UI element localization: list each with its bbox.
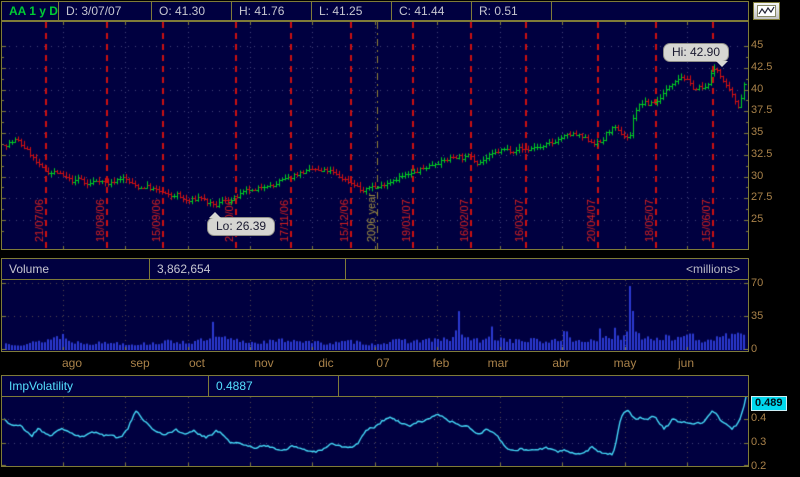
price-chart-canvas[interactable]	[2, 22, 748, 249]
time-axis-months: ago sep oct nov dic 07 feb mar abr may jun	[1, 353, 749, 373]
volume-units-label: <millions>	[685, 262, 740, 276]
low-tooltip-text: Lo: 26.39	[216, 219, 267, 233]
month-label: mar	[487, 356, 509, 370]
volume-label: Volume	[2, 259, 150, 279]
price-tick-label: 35	[751, 126, 764, 138]
iv-tick-label: 0.4	[751, 412, 767, 424]
price-tick-label: 42.5	[751, 60, 773, 73]
month-label: 07	[376, 356, 390, 370]
quote-field-r: R: 0.51	[472, 2, 552, 20]
iv-tick-label: 0.3	[751, 436, 767, 448]
month-label: feb	[432, 356, 450, 370]
volume-value: 3,862,654	[150, 259, 346, 279]
tooltip-pointer	[209, 206, 221, 218]
quote-fields: D: 3/07/07 O: 41.30 H: 41.76 L: 41.25 C: 41.…	[59, 2, 552, 20]
month-label: jun	[677, 356, 694, 370]
volume-tick-label: 35	[751, 310, 764, 322]
price-tick-label: 45	[751, 39, 764, 51]
impvolatility-chart-panel	[1, 397, 749, 467]
volume-tick-label: 0	[751, 343, 758, 355]
month-label: ago	[61, 356, 83, 370]
price-chart-panel: Hi: 42.90 Lo: 26.39	[1, 21, 749, 250]
iv-tick-label: 0.2	[751, 460, 767, 472]
quote-field-l: L: 41.25	[312, 2, 392, 20]
mini-chart-icon	[757, 5, 776, 17]
month-label: nov	[254, 356, 274, 370]
quote-field-o: O: 41.30	[152, 2, 232, 20]
trading-chart-window: AA 1 y D D: 3/07/07 O: 41.30 H: 41.76 L: 41…	[0, 0, 800, 477]
quote-bar: AA 1 y D D: 3/07/07 O: 41.30 H: 41.76 L: 41…	[1, 1, 749, 21]
price-tick-label: 27.5	[751, 191, 773, 204]
impvolatility-label: ImpVolatility	[2, 376, 209, 396]
volume-chart-canvas[interactable]	[2, 280, 748, 350]
impvolatility-header: ImpVolatility 0.4887	[1, 375, 749, 397]
header-spacer	[339, 376, 748, 396]
high-tooltip-text: Hi: 42.90	[672, 45, 721, 59]
price-tick-label: 32.5	[751, 147, 773, 160]
high-tooltip: Hi: 42.90	[663, 43, 730, 67]
header-spacer	[346, 259, 686, 279]
impvolatility-chart-canvas[interactable]	[2, 397, 748, 466]
volume-chart-panel	[1, 280, 749, 352]
volume-tick-label: 70	[751, 277, 764, 289]
symbol-timeframe-label: AA 1 y D	[2, 2, 59, 20]
volume-header: Volume 3,862,654 <millions>	[1, 258, 749, 280]
tooltip-pointer	[716, 61, 728, 73]
month-label: oct	[188, 356, 205, 370]
quote-field-h: H: 41.76	[232, 2, 312, 20]
quote-field-c: C: 41.44	[392, 2, 472, 20]
quote-field-d: D: 3/07/07	[59, 2, 152, 20]
impvolatility-value: 0.4887	[209, 376, 339, 396]
low-tooltip: Lo: 26.39	[207, 212, 276, 236]
price-tick-label: 40	[751, 82, 764, 95]
month-label: sep	[130, 356, 150, 370]
chart-style-button[interactable]	[753, 2, 780, 20]
month-label: abr	[552, 356, 570, 370]
month-label: may	[613, 356, 637, 370]
current-iv-badge: 0.489	[751, 396, 787, 411]
price-tick-label: 25	[751, 213, 764, 225]
price-tick-label: 30	[751, 169, 764, 182]
month-label: dic	[318, 356, 334, 370]
price-tick-label: 37.5	[751, 104, 773, 117]
